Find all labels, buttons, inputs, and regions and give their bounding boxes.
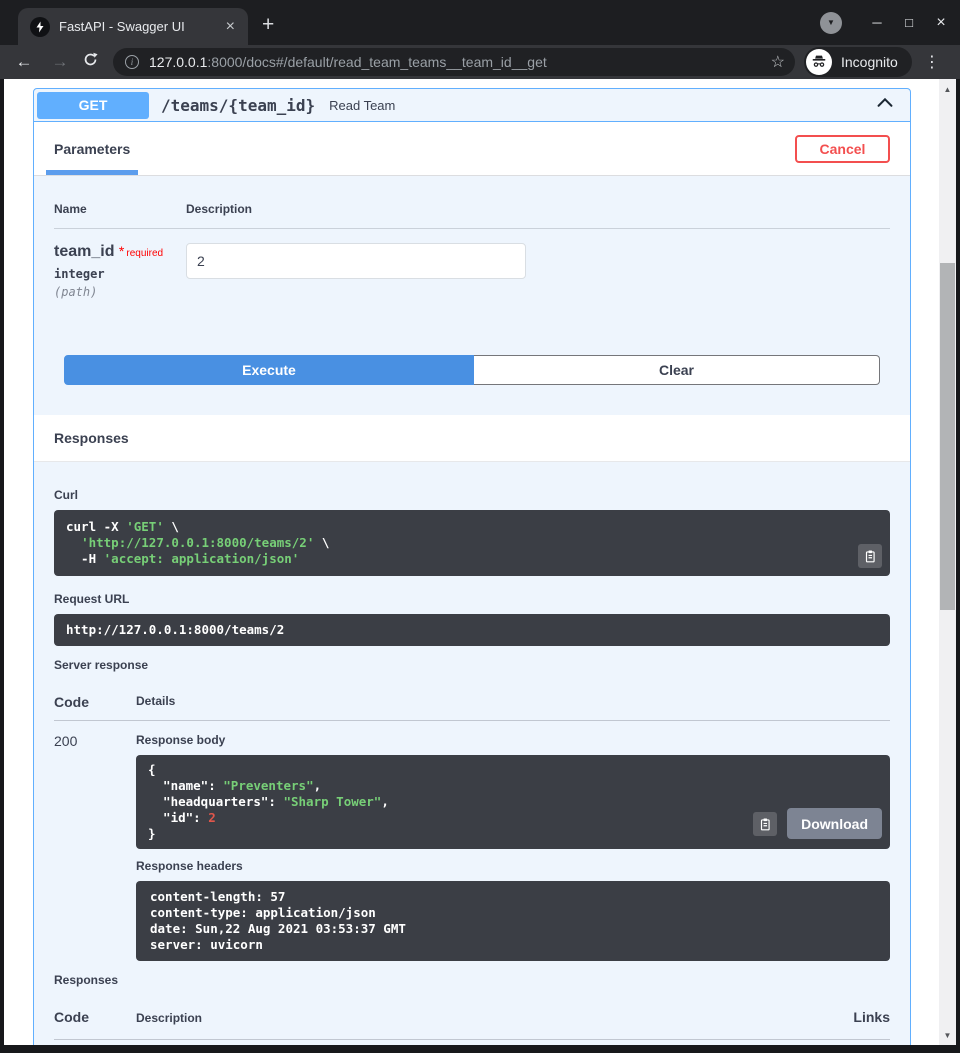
parameters-container: Name Description team_id *required integ… xyxy=(34,176,910,415)
execute-wrapper: Execute Clear xyxy=(64,355,880,385)
incognito-label: Incognito xyxy=(841,54,898,70)
browser-menu-icon[interactable]: ⋮ xyxy=(922,52,942,72)
response-details: Response body { "name": "Preventers", "h… xyxy=(136,733,890,961)
scroll-down-icon[interactable]: ▼ xyxy=(939,1027,956,1043)
media-control-icon[interactable]: ▼ xyxy=(820,12,842,34)
divider xyxy=(54,720,890,721)
response-body-block: { "name": "Preventers", "headquarters": … xyxy=(136,755,890,849)
response-body-label: Response body xyxy=(136,733,890,747)
copy-response-icon[interactable] xyxy=(753,812,777,836)
endpoint-path: /teams/{team_id} xyxy=(161,96,315,115)
parameter-value-cell xyxy=(186,243,526,299)
parameters-table-header: Name Description xyxy=(54,202,890,229)
page-viewport: GET /teams/{team_id} Read Team Parameter… xyxy=(4,79,956,1045)
curl-label: Curl xyxy=(54,488,890,502)
window-controls: ▼ ─ □ × xyxy=(820,0,950,45)
divider xyxy=(54,1039,890,1040)
documented-responses-title: Responses xyxy=(54,973,890,987)
parameter-location: (path) xyxy=(54,285,186,299)
incognito-icon xyxy=(806,49,832,75)
url-path: :8000/docs#/default/read_team_teams__tea… xyxy=(207,54,546,70)
request-url-label: Request URL xyxy=(54,592,890,606)
status-code: 200 xyxy=(54,733,136,961)
reload-icon[interactable] xyxy=(82,51,99,73)
minimize-button[interactable]: ─ xyxy=(868,15,886,30)
parameter-type: integer xyxy=(54,267,186,281)
responses-title: Responses xyxy=(54,430,129,446)
request-url-block: http://127.0.0.1:8000/teams/2 xyxy=(54,614,890,646)
column-details: Details xyxy=(136,694,175,710)
download-button[interactable]: Download xyxy=(787,808,882,839)
column-description: Description xyxy=(136,1011,800,1025)
execute-button[interactable]: Execute xyxy=(64,355,474,385)
opblock-get-teams: GET /teams/{team_id} Read Team Parameter… xyxy=(33,88,911,1045)
column-name: Name xyxy=(54,202,186,216)
page-scrollbar[interactable]: ▲ ▼ xyxy=(939,79,956,1045)
parameter-meta: team_id *required integer (path) xyxy=(54,243,186,299)
close-button[interactable]: × xyxy=(932,14,950,32)
server-response-table-header: Code Details xyxy=(54,694,890,710)
team-id-input[interactable] xyxy=(186,243,526,279)
response-headers-label: Response headers xyxy=(136,859,890,873)
responses-wrapper: Curl curl -X 'GET' \ 'http://127.0.0.1:8… xyxy=(34,462,910,1045)
column-description: Description xyxy=(186,202,252,216)
scroll-up-icon[interactable]: ▲ xyxy=(939,81,956,97)
parameter-name: team_id xyxy=(54,243,114,260)
column-links: Links xyxy=(800,1009,890,1025)
browser-toolbar: ← → i 127.0.0.1:8000/docs#/default/read_… xyxy=(0,45,960,79)
address-bar[interactable]: i 127.0.0.1:8000/docs#/default/read_team… xyxy=(113,48,795,76)
url-text[interactable]: 127.0.0.1:8000/docs#/default/read_team_t… xyxy=(149,54,771,70)
scrollbar-thumb[interactable] xyxy=(940,263,955,610)
back-icon[interactable]: ← xyxy=(12,52,36,72)
fastapi-favicon-icon xyxy=(30,17,50,37)
incognito-badge: Incognito xyxy=(804,47,912,77)
required-label: required xyxy=(126,248,163,259)
column-code: Code xyxy=(54,1009,136,1025)
response-headers-block: content-length: 57 content-type: applica… xyxy=(136,881,890,961)
http-method-badge: GET xyxy=(37,92,149,119)
site-info-icon[interactable]: i xyxy=(125,55,139,69)
copy-curl-icon[interactable] xyxy=(858,544,882,568)
browser-tab[interactable]: FastAPI - Swagger UI × xyxy=(18,8,248,45)
server-response-row: 200 Response body { "name": "Preventers"… xyxy=(54,733,890,961)
maximize-button[interactable]: □ xyxy=(900,15,918,30)
tab-close-icon[interactable]: × xyxy=(223,19,238,35)
tab-parameters[interactable]: Parameters xyxy=(54,141,130,157)
forward-icon[interactable]: → xyxy=(48,52,72,72)
cancel-button[interactable]: Cancel xyxy=(795,135,890,163)
curl-command-block: curl -X 'GET' \ 'http://127.0.0.1:8000/t… xyxy=(54,510,890,576)
responses-section-header: Responses xyxy=(34,415,910,462)
bookmark-star-icon[interactable]: ☆ xyxy=(771,52,785,72)
endpoint-summary: Read Team xyxy=(329,98,874,113)
opblock-summary[interactable]: GET /teams/{team_id} Read Team xyxy=(34,89,910,122)
new-tab-button[interactable]: + xyxy=(262,14,274,35)
url-host: 127.0.0.1 xyxy=(149,54,207,70)
parameters-section-header: Parameters Cancel xyxy=(34,122,910,176)
browser-tab-strip: FastAPI - Swagger UI × + ▼ ─ □ × xyxy=(0,0,960,45)
active-tab-underline xyxy=(46,170,138,175)
server-response-label: Server response xyxy=(54,658,890,672)
responses-table-header: Code Description Links xyxy=(54,1009,890,1025)
collapse-chevron-icon[interactable] xyxy=(874,92,896,119)
parameter-row: team_id *required integer (path) xyxy=(54,229,890,299)
column-code: Code xyxy=(54,694,136,710)
clear-button[interactable]: Clear xyxy=(474,355,880,385)
tab-title: FastAPI - Swagger UI xyxy=(59,19,223,34)
required-asterisk: * xyxy=(119,243,124,259)
